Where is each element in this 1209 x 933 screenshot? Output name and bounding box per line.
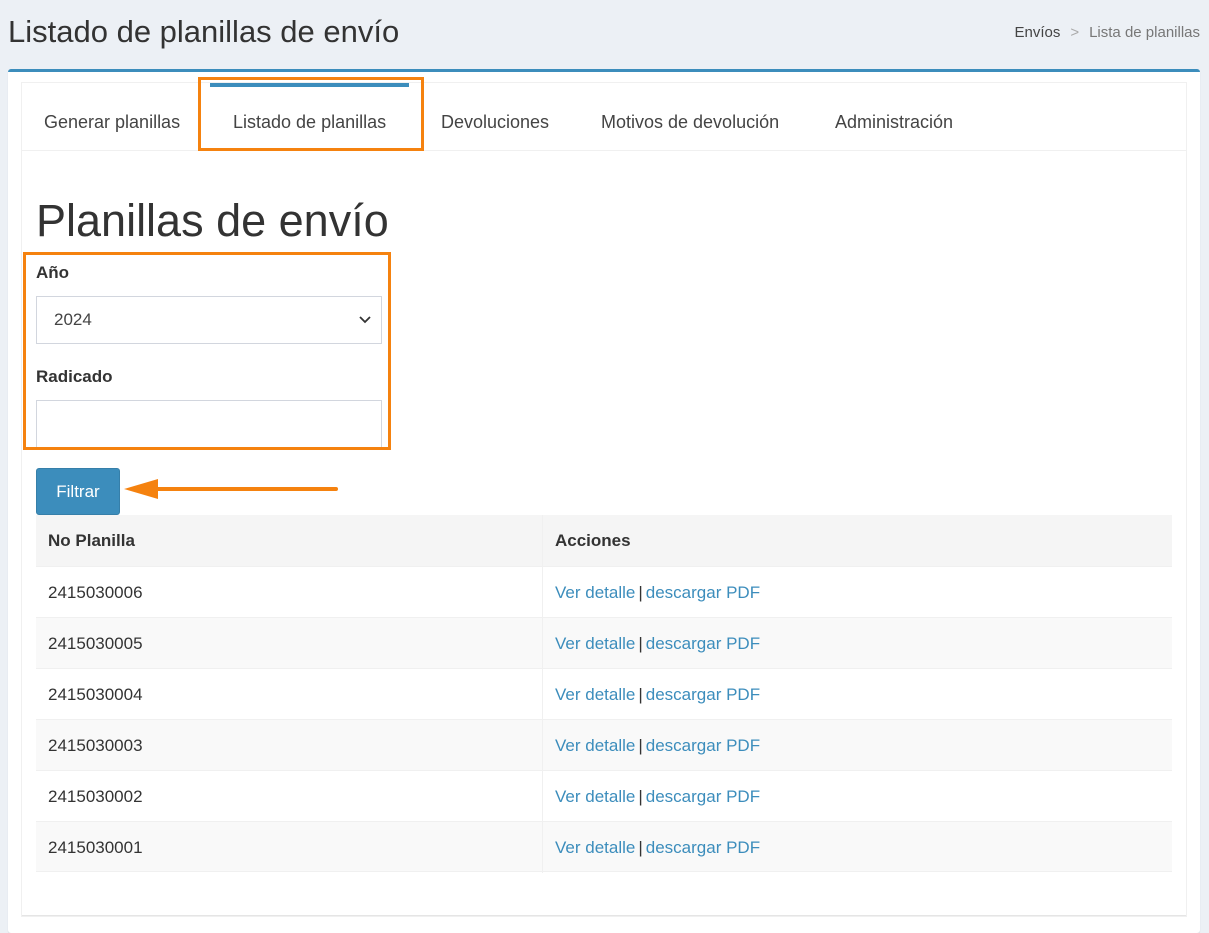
row-actions: Ver detalle | descargar PDF (555, 669, 760, 720)
breadcrumb: Envíos > Lista de planillas (1014, 24, 1200, 41)
column-header-no-planilla: No Planilla (48, 531, 135, 550)
content-box: Generar planillas Listado de planillas D… (8, 69, 1200, 933)
tab-administracion[interactable]: Administración (835, 83, 953, 151)
tab-bar: Generar planillas Listado de planillas D… (22, 83, 1186, 151)
tab-listado-de-planillas[interactable]: Listado de planillas (210, 83, 409, 151)
breadcrumb-current: Lista de planillas (1089, 24, 1200, 41)
planillas-table: No Planilla Acciones 2415030006 Ver deta… (36, 515, 1172, 873)
planilla-number: 2415030001 (48, 838, 143, 857)
view-detail-link[interactable]: Ver detalle (555, 787, 635, 806)
column-divider (542, 720, 543, 771)
year-select-value: 2024 (54, 310, 92, 329)
download-pdf-link[interactable]: descargar PDF (646, 583, 760, 602)
download-pdf-link[interactable]: descargar PDF (646, 787, 760, 806)
year-select[interactable]: 2024 (36, 296, 382, 344)
radicado-label: Radicado (36, 367, 113, 386)
filter-button[interactable]: Filtrar (36, 468, 120, 515)
tab-panel: Generar planillas Listado de planillas D… (22, 83, 1186, 916)
column-divider (542, 822, 543, 873)
column-divider (542, 515, 543, 566)
action-separator: | (638, 583, 643, 602)
planilla-number: 2415030002 (48, 787, 143, 806)
table-row: 2415030001 Ver detalle | descargar PDF (36, 821, 1172, 873)
download-pdf-link[interactable]: descargar PDF (646, 634, 760, 653)
column-header-acciones: Acciones (555, 531, 631, 550)
action-separator: | (638, 634, 643, 653)
view-detail-link[interactable]: Ver detalle (555, 838, 635, 857)
tab-devoluciones[interactable]: Devoluciones (441, 83, 549, 151)
table-header-row: No Planilla Acciones (36, 515, 1172, 566)
action-separator: | (638, 685, 643, 704)
planilla-number: 2415030003 (48, 736, 143, 755)
download-pdf-link[interactable]: descargar PDF (646, 736, 760, 755)
tab-motivos-de-devolucion[interactable]: Motivos de devolución (601, 83, 779, 151)
download-pdf-link[interactable]: descargar PDF (646, 838, 760, 857)
section-title: Planillas de envío (36, 195, 389, 246)
page-title: Listado de planillas de envío (8, 14, 400, 49)
action-separator: | (638, 838, 643, 857)
action-separator: | (638, 736, 643, 755)
radicado-input[interactable] (36, 400, 382, 448)
row-actions: Ver detalle | descargar PDF (555, 822, 760, 873)
breadcrumb-parent[interactable]: Envíos (1014, 24, 1060, 41)
row-actions: Ver detalle | descargar PDF (555, 567, 760, 618)
row-actions: Ver detalle | descargar PDF (555, 771, 760, 822)
planilla-number: 2415030004 (48, 685, 143, 704)
column-divider (542, 771, 543, 822)
download-pdf-link[interactable]: descargar PDF (646, 685, 760, 704)
breadcrumb-separator: > (1070, 24, 1080, 41)
view-detail-link[interactable]: Ver detalle (555, 634, 635, 653)
action-separator: | (638, 787, 643, 806)
table-row: 2415030003 Ver detalle | descargar PDF (36, 719, 1172, 771)
planilla-number: 2415030005 (48, 634, 143, 653)
column-divider (542, 669, 543, 720)
table-row: 2415030004 Ver detalle | descargar PDF (36, 668, 1172, 720)
page-header: Listado de planillas de envío Envíos > Lis… (0, 0, 1209, 68)
planilla-number: 2415030006 (48, 583, 143, 602)
year-label: Año (36, 263, 70, 282)
column-divider (542, 567, 543, 618)
table-row: 2415030005 Ver detalle | descargar PDF (36, 617, 1172, 669)
row-actions: Ver detalle | descargar PDF (555, 720, 760, 771)
table-row: 2415030006 Ver detalle | descargar PDF (36, 566, 1172, 618)
column-divider (542, 618, 543, 669)
tab-generar-planillas[interactable]: Generar planillas (44, 83, 180, 151)
row-actions: Ver detalle | descargar PDF (555, 618, 760, 669)
chevron-down-icon (359, 297, 371, 361)
view-detail-link[interactable]: Ver detalle (555, 583, 635, 602)
table-row: 2415030002 Ver detalle | descargar PDF (36, 770, 1172, 822)
view-detail-link[interactable]: Ver detalle (555, 685, 635, 704)
view-detail-link[interactable]: Ver detalle (555, 736, 635, 755)
